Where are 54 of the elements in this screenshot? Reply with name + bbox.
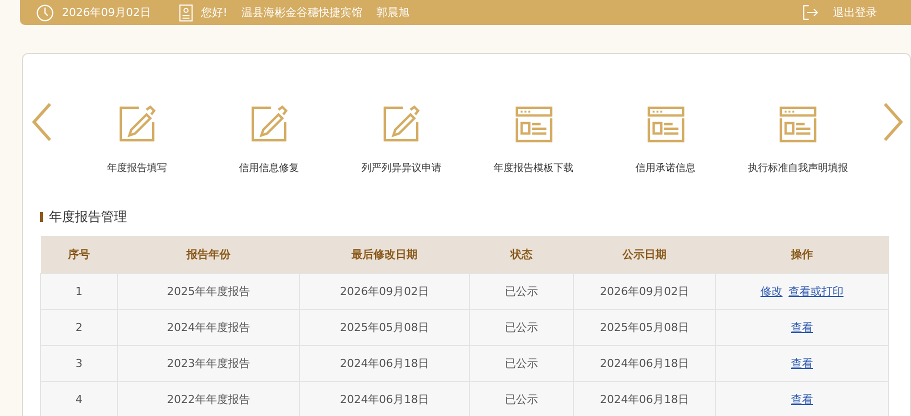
column-header: 公示日期 [574, 236, 716, 274]
column-header: 序号 [40, 236, 118, 274]
action-link[interactable]: 查看 [791, 393, 813, 406]
table-cell: 2022年年度报告 [118, 382, 300, 416]
action-link[interactable]: 修改 [760, 285, 782, 298]
table-cell: 2024年06月18日 [574, 346, 716, 382]
form-window-icon [778, 105, 817, 143]
table-cell: 已公示 [470, 382, 574, 416]
shortcut-item[interactable]: 年度报告填写 [73, 105, 202, 175]
table-cell: 已公示 [470, 310, 574, 346]
table-cell: 2024年06月18日 [300, 382, 470, 416]
table-cell: 2024年06月18日 [574, 382, 716, 416]
date-text: 2026年09月02日 [62, 5, 151, 20]
logout-icon[interactable] [802, 4, 819, 21]
table-cell: 4 [40, 382, 118, 416]
table-cell: 2025年年度报告 [118, 274, 300, 310]
column-header: 最后修改日期 [300, 236, 470, 274]
edit-pencil-icon [118, 105, 156, 143]
action-link[interactable]: 查看或打印 [788, 285, 844, 298]
table-cell: 2 [40, 310, 118, 346]
title-marker [40, 212, 43, 222]
table-cell: 2025年05月08日 [574, 310, 716, 346]
form-window-icon [646, 105, 685, 143]
action-link[interactable]: 查看 [791, 357, 813, 370]
clock-icon [36, 4, 54, 22]
table-cell: 2024年06月18日 [300, 346, 470, 382]
id-badge-icon [179, 4, 193, 22]
table-cell: 1 [40, 274, 118, 310]
table-cell: 2024年年度报告 [118, 310, 300, 346]
edit-pencil-icon [382, 105, 420, 143]
form-window-icon [514, 105, 553, 143]
action-link[interactable]: 查看 [791, 321, 813, 334]
table-cell: 2025年05月08日 [300, 310, 470, 346]
column-header: 状态 [470, 236, 574, 274]
table-cell: 2026年09月02日 [300, 274, 470, 310]
greeting-text: 您好! [201, 5, 228, 20]
shortcut-item[interactable]: 信用信息修复 [205, 105, 334, 175]
edit-pencil-icon [250, 105, 288, 143]
shortcut-item[interactable]: 年度报告模板下载 [470, 105, 598, 175]
column-header: 报告年份 [118, 236, 300, 274]
shortcut-item[interactable]: 信用承诺信息 [602, 105, 730, 175]
table-cell: 2026年09月02日 [574, 274, 716, 310]
column-header: 操作 [716, 236, 888, 274]
table-cell: 已公示 [470, 346, 574, 382]
section-title: 年度报告管理 [49, 209, 127, 226]
user-name: 郭晨旭 [376, 5, 410, 20]
company-name: 温县海彬金谷穗快捷宾馆 [241, 5, 362, 20]
chevron-left-icon[interactable] [31, 102, 53, 142]
shortcut-item[interactable]: 列严列异异议申请 [337, 105, 466, 175]
table-cell: 3 [40, 346, 118, 382]
table-cell: 已公示 [470, 274, 574, 310]
chevron-right-icon[interactable] [882, 102, 904, 142]
table-cell: 2023年年度报告 [118, 346, 300, 382]
shortcut-item[interactable]: 执行标准自我声明填报 [734, 105, 862, 175]
